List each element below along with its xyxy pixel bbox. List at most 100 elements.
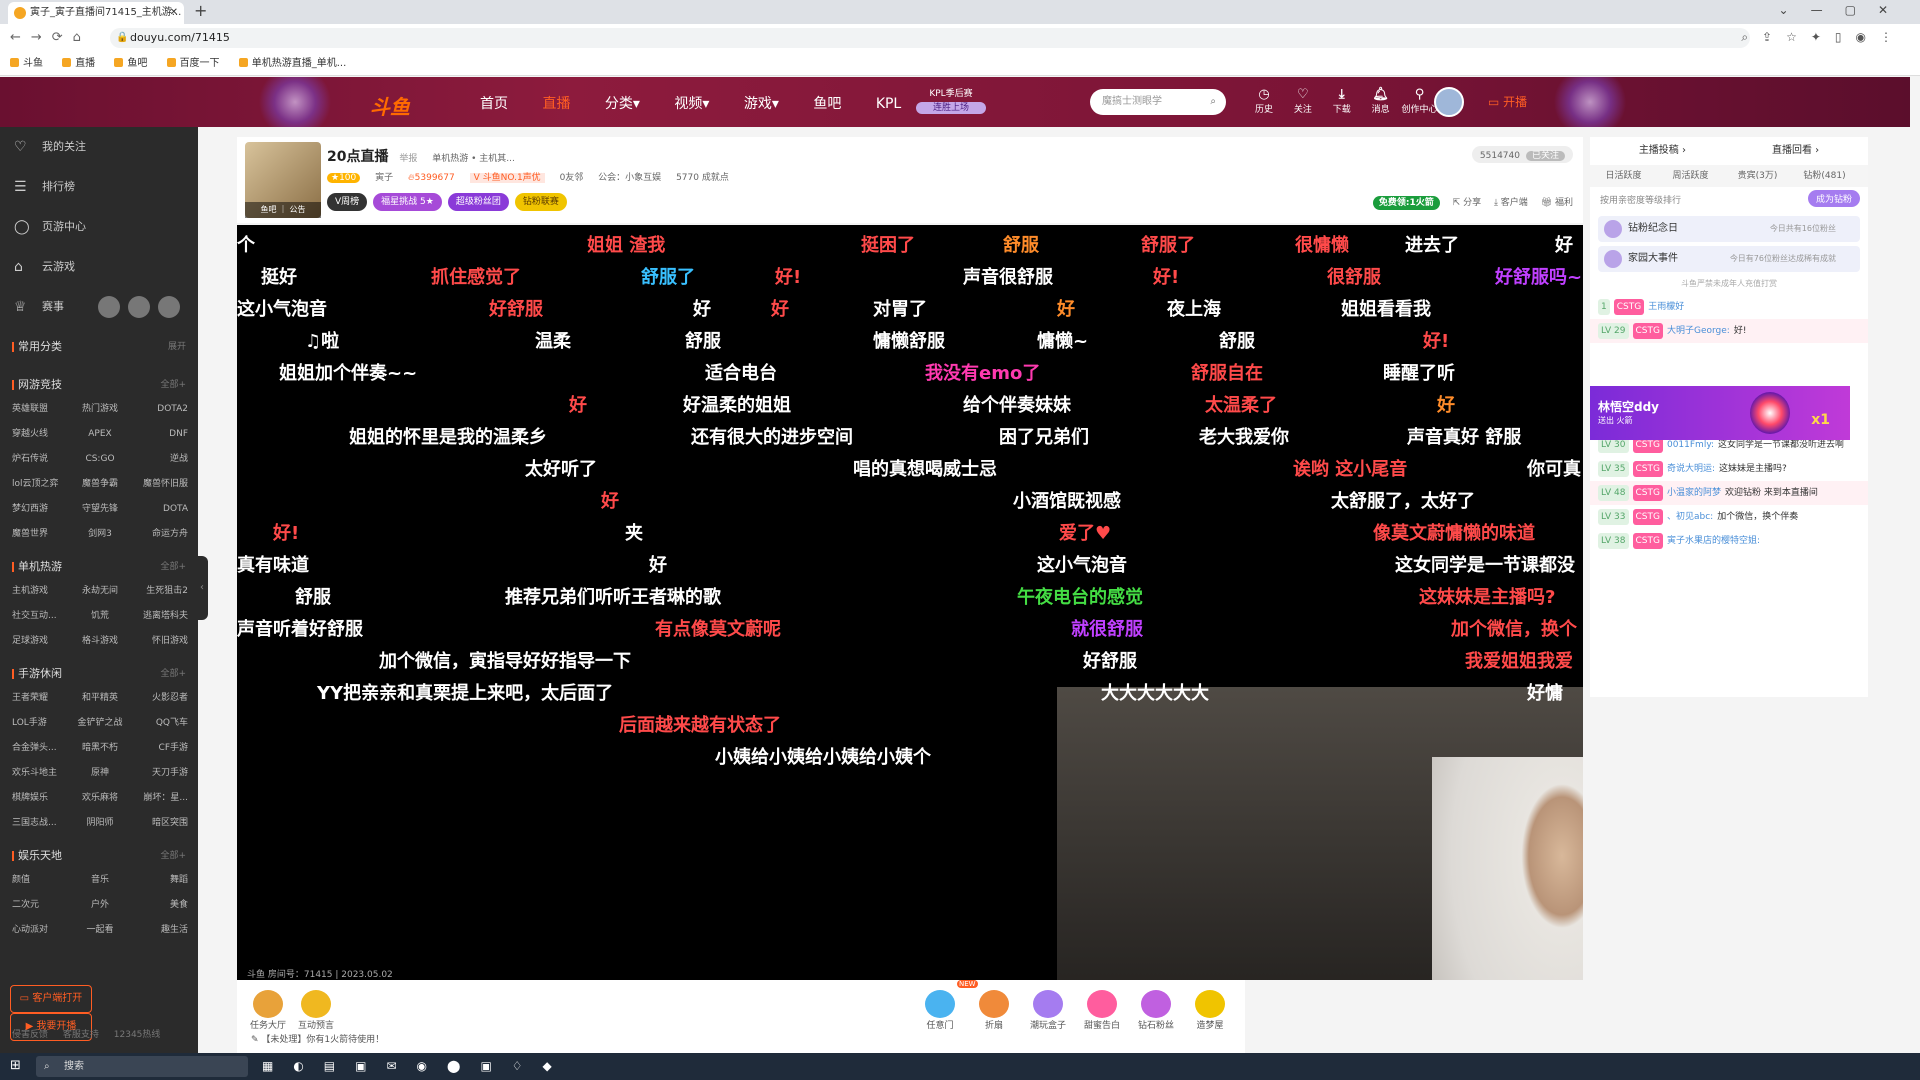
- category-link[interactable]: 剑网3: [71, 522, 130, 547]
- category-link[interactable]: 守望先锋: [71, 497, 130, 522]
- become-diamond-button[interactable]: 成为钻粉: [1807, 190, 1860, 207]
- streamer-name[interactable]: 寅子: [375, 173, 393, 183]
- tab-daily[interactable]: 日活跃度: [1590, 165, 1657, 187]
- category-link[interactable]: 永劫无间: [71, 579, 130, 604]
- category-link[interactable]: 阴阳师: [71, 811, 130, 836]
- rocket-notice[interactable]: ✎ 【未处理】你有1火箭待使用！: [251, 1032, 384, 1045]
- nav-home[interactable]: 首页: [480, 96, 508, 112]
- nav-live[interactable]: 直播: [542, 96, 570, 112]
- creator-center-button[interactable]: ⚲ 创作中心: [1402, 87, 1438, 115]
- room-tag[interactable]: 钻粉联赛: [514, 193, 567, 211]
- category-link[interactable]: 命运方舟: [129, 522, 188, 547]
- chat-message[interactable]: LV 48 CSTG 小温家的阿梦 欢迎钻粉 来到本直播间: [1590, 481, 1868, 505]
- fan-button[interactable]: 折扇: [973, 990, 1015, 1031]
- category-link[interactable]: 暗黑不朽: [71, 736, 130, 761]
- chat-username[interactable]: 寅子水果店的樱特空姐:: [1667, 536, 1760, 546]
- footer-link[interactable]: 侵害反馈: [12, 1030, 48, 1040]
- report-link[interactable]: 举报: [399, 154, 417, 164]
- category-link[interactable]: 热门游戏: [71, 397, 130, 422]
- anydoor-button[interactable]: 任意门: [919, 990, 961, 1031]
- category-link[interactable]: 户外: [71, 893, 130, 918]
- tab-vip[interactable]: 贵宾(3万): [1724, 165, 1791, 187]
- room-tag[interactable]: 福星挑战 5★: [373, 193, 442, 211]
- category-link[interactable]: 趣生活: [129, 918, 188, 943]
- download-button[interactable]: ⤓ 下载: [1324, 87, 1360, 115]
- category-link[interactable]: 英雄联盟: [12, 397, 71, 422]
- sidebar-item-webgame[interactable]: ◯ 页游中心: [0, 207, 198, 247]
- all-link[interactable]: 全部+: [154, 662, 186, 686]
- bookmark-item[interactable]: 直播: [62, 58, 95, 69]
- category-link[interactable]: 合金弹头...: [12, 736, 71, 761]
- category-link[interactable]: 二次元: [12, 893, 71, 918]
- rank-badge[interactable]: V 斗鱼NO.1声优: [469, 173, 545, 183]
- search-input[interactable]: 魔搞士测眼学 ⌕: [1090, 89, 1226, 115]
- welfare-button[interactable]: 🎁︎ 福利: [1541, 198, 1573, 208]
- video-player[interactable]: 个姐姐 渣我 挺困了 舒服 舒服了 很慵懒 进去了好挺好 抓住感觉了 舒服了 好! 声音很舒服 好!…: [237, 225, 1583, 980]
- category-link[interactable]: 和平精英: [71, 686, 130, 711]
- sidebar-collapse-toggle[interactable]: ‹: [196, 556, 208, 620]
- category-link[interactable]: 魔兽争霸: [71, 472, 130, 497]
- category-link[interactable]: 音乐: [71, 868, 130, 893]
- expand-link[interactable]: 展开: [162, 335, 186, 359]
- kpl-playoff-badge[interactable]: KPL季后赛 连胜上场: [916, 88, 986, 116]
- chat-message[interactable]: LV 35 CSTG 奇说大明运: 这妹妹是主播吗?: [1590, 457, 1868, 481]
- nav-game[interactable]: 游戏▾: [744, 96, 779, 112]
- category-link[interactable]: 心动派对: [12, 918, 71, 943]
- taskbar-search[interactable]: ⌕ 搜索: [36, 1056, 248, 1077]
- category-link[interactable]: 主机游戏: [12, 579, 71, 604]
- history-button[interactable]: ◷ 历史: [1246, 87, 1282, 115]
- follow-button[interactable]: ♡ 关注: [1285, 87, 1321, 115]
- task-hall-button[interactable]: 任务大厅: [247, 990, 289, 1031]
- category-link[interactable]: QQ飞车: [129, 711, 188, 736]
- category-link[interactable]: 足球游戏: [12, 629, 71, 654]
- nav-kpl[interactable]: KPL: [876, 96, 901, 112]
- bookmark-item[interactable]: 百度一下: [166, 58, 220, 69]
- guild-info[interactable]: 公会：小象互娱: [598, 173, 661, 183]
- prediction-button[interactable]: 互动预言: [295, 990, 337, 1031]
- category-link[interactable]: CF手游: [129, 736, 188, 761]
- client-button[interactable]: ⤓ 客户端: [1494, 198, 1528, 208]
- chat-username[interactable]: 大明子George:: [1667, 326, 1730, 336]
- category-link[interactable]: LOL手游: [12, 711, 71, 736]
- chat-message[interactable]: LV 29 CSTG 大明子George: 好!: [1590, 319, 1868, 343]
- category-link[interactable]: CS:GO: [71, 447, 130, 472]
- category-link[interactable]: 暗区突围: [129, 811, 188, 836]
- sidebar-item-ranking[interactable]: ☰ 排行榜: [0, 167, 198, 207]
- category-link[interactable]: 美食: [129, 893, 188, 918]
- sweet-confession-button[interactable]: 甜蜜告白: [1081, 990, 1123, 1031]
- category-link[interactable]: DNF: [129, 422, 188, 447]
- all-link[interactable]: 全部+: [154, 373, 186, 397]
- category-link[interactable]: 逆战: [129, 447, 188, 472]
- category-link[interactable]: 原神: [71, 761, 130, 786]
- category-link[interactable]: 金铲铲之战: [71, 711, 130, 736]
- chat-username[interactable]: 、初见abc:: [1667, 512, 1713, 522]
- category-link[interactable]: 社交互动...: [12, 604, 71, 629]
- sidebar-item-follow[interactable]: ♡ 我的关注: [0, 127, 198, 167]
- tab-close-icon[interactable]: ✕: [170, 2, 178, 24]
- new-tab-button[interactable]: +: [194, 1, 207, 20]
- start-live-button[interactable]: ▭ 开播: [1488, 93, 1527, 110]
- chat-username[interactable]: 小温家的阿梦: [1667, 488, 1721, 498]
- category-link[interactable]: 王者荣耀: [12, 686, 71, 711]
- category-link[interactable]: 穿越火线: [12, 422, 71, 447]
- message-button[interactable]: 🔔︎ 消息: [1363, 87, 1399, 115]
- category-link[interactable]: 火影忍者: [129, 686, 188, 711]
- footer-link[interactable]: 客服支持: [63, 1030, 99, 1040]
- url-input[interactable]: 🔒 douyu.com/71415: [110, 28, 1750, 48]
- bookmark-item[interactable]: 鱼吧: [114, 58, 147, 69]
- search-icon[interactable]: ⌕: [1210, 89, 1216, 115]
- bookmark-item[interactable]: 斗鱼: [10, 58, 43, 69]
- category-link[interactable]: 魔兽世界: [12, 522, 71, 547]
- category-link[interactable]: 梦幻西游: [12, 497, 71, 522]
- browser-toolbar-icons[interactable]: ⌕⇪☆✦▯◉⋮: [1741, 30, 1906, 45]
- event-home[interactable]: 家园大事件 今日有76位粉丝达成稀有成就: [1598, 246, 1860, 272]
- category-link[interactable]: 棋牌娱乐: [12, 786, 71, 811]
- event-diamond-anniversary[interactable]: 钻粉纪念日 今日共有16位粉丝: [1598, 216, 1860, 242]
- diamond-fans-button[interactable]: 钻石粉丝: [1135, 990, 1177, 1031]
- event-team-icons[interactable]: [98, 287, 188, 335]
- category-link[interactable]: 生死狙击2: [129, 579, 188, 604]
- category-link[interactable]: DOTA2: [129, 397, 188, 422]
- room-tag[interactable]: V周榜: [327, 193, 368, 211]
- category-link[interactable]: 格斗游戏: [71, 629, 130, 654]
- tab-streamer-posts[interactable]: 主播投稿 ›: [1597, 137, 1727, 165]
